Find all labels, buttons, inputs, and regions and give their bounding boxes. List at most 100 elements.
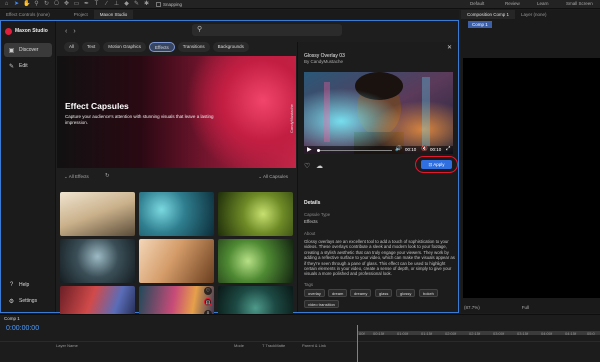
sidebar-item-settings[interactable]: ⚙ Settings: [4, 294, 53, 308]
comp-chip[interactable]: Comp 1: [468, 20, 492, 28]
category-transitions[interactable]: Transitions: [177, 42, 210, 52]
sidebar-item-discover[interactable]: ▣ Discover: [4, 43, 52, 57]
hero-credit-text: CandyMustache: [289, 104, 294, 133]
capsule-thumb[interactable]: [139, 239, 214, 283]
capsule-thumb[interactable]: [60, 192, 135, 236]
camera-tool-icon[interactable]: ⎔: [53, 1, 60, 8]
timeline-panel: Comp 1 0:00:00:00 00f 00:15f 01:00f 01:1…: [0, 314, 600, 362]
hero-glow: [186, 56, 296, 168]
tag-bokeh[interactable]: bokeh: [419, 289, 438, 297]
workspace-default[interactable]: Default: [470, 1, 484, 6]
capsule-grid: ♡ ⊡ ⇩: [60, 192, 294, 330]
settings-icon: ⚙: [8, 298, 15, 305]
category-text[interactable]: Text: [82, 42, 101, 52]
category-backgrounds[interactable]: Backgrounds: [212, 42, 249, 52]
workspace-review[interactable]: Review: [505, 1, 520, 6]
heart-icon[interactable]: ♡: [304, 162, 310, 170]
progress-knob[interactable]: [317, 149, 320, 152]
capsule-thumb[interactable]: [139, 192, 214, 236]
sidebar-item-edit[interactable]: ✎ Edit: [4, 59, 52, 73]
category-all[interactable]: All: [64, 42, 80, 52]
ruler-tick: 03:15f: [517, 331, 529, 336]
hero-banner: Effect Capsules Capture your audience's …: [57, 56, 296, 168]
details-heading: Details: [304, 200, 321, 206]
workspace-learn[interactable]: Learn: [537, 1, 549, 6]
category-effects[interactable]: Effects: [149, 42, 175, 52]
clone-tool-icon[interactable]: ⊥: [113, 1, 120, 8]
ruler-tick: 02:15f: [469, 331, 481, 336]
composition-viewer[interactable]: [463, 58, 600, 298]
help-icon: ?: [9, 282, 14, 288]
home-icon[interactable]: ⌂: [3, 1, 10, 8]
tag-glass[interactable]: glass: [375, 289, 393, 297]
heart-icon[interactable]: ♡: [204, 287, 212, 295]
snapping-checkbox[interactable]: [156, 1, 161, 7]
back-arrow-icon[interactable]: ‹: [65, 28, 67, 35]
progress-bar[interactable]: [317, 149, 392, 152]
search-icon: ⚲: [197, 26, 203, 33]
play-icon[interactable]: ▶: [307, 146, 312, 153]
mute-icon[interactable]: 🔇: [421, 146, 428, 152]
filter-bar: ⌄ All Effects ↻ ⌄ All Capsules: [57, 171, 296, 185]
capsule-thumb[interactable]: [218, 239, 293, 283]
hero-credit: CandyMustache: [287, 91, 296, 141]
all-effects-dropdown[interactable]: ⌄ All Effects: [64, 174, 89, 180]
brush-tool-icon[interactable]: ∕: [103, 1, 110, 8]
tag-overlay[interactable]: overlay: [304, 289, 325, 297]
fullscreen-icon[interactable]: ⤢: [446, 146, 450, 153]
text-tool-icon[interactable]: T: [93, 1, 100, 8]
sidebar-item-label: Settings: [19, 298, 38, 304]
sidebar-item-help[interactable]: ? Help: [4, 278, 53, 292]
roto-tool-icon[interactable]: ✎: [133, 1, 140, 8]
workspace-small-screen[interactable]: Small Screen: [566, 1, 593, 6]
col-trackmatte: T TrackMatte: [262, 343, 286, 348]
tag-dream[interactable]: dream: [328, 289, 348, 297]
composition-subbar: Comp 1: [461, 19, 600, 29]
time-current: 00:10: [405, 147, 417, 152]
video-preview[interactable]: [304, 72, 453, 154]
timecode[interactable]: 0:00:00:00: [6, 325, 39, 332]
pan-tool-icon[interactable]: ✥: [63, 1, 70, 8]
add-to-comp-icon[interactable]: ⊡: [204, 298, 212, 306]
tab-layer[interactable]: Layer (none): [515, 10, 553, 19]
tab-maxon-studio[interactable]: Maxon Studio: [93, 10, 134, 19]
tag-dreamy[interactable]: dreamy: [350, 289, 372, 297]
all-effects-label: All Effects: [68, 174, 89, 179]
search-input[interactable]: ⚲: [192, 24, 342, 36]
pen-tool-icon[interactable]: ✒: [83, 1, 90, 8]
category-motion-graphics[interactable]: Motion Graphics: [103, 42, 147, 52]
apply-label: Apply: [433, 162, 445, 167]
brand-name: Maxon Studio: [15, 28, 48, 34]
capsule-thumb[interactable]: [218, 192, 293, 236]
capsule-thumb[interactable]: [60, 239, 135, 283]
sidebar-bottom: ? Help ⚙ Settings: [1, 276, 56, 310]
hand-tool-icon[interactable]: ✋: [23, 1, 30, 8]
refresh-icon[interactable]: ↻: [105, 173, 110, 179]
zoom-tool-icon[interactable]: ⚲: [33, 1, 40, 8]
apply-button[interactable]: ⊡ Apply: [421, 160, 452, 169]
eraser-tool-icon[interactable]: ◆: [123, 1, 130, 8]
all-capsules-dropdown[interactable]: ⌄ All Capsules: [258, 174, 288, 180]
playhead[interactable]: [357, 325, 358, 362]
forward-arrow-icon[interactable]: ›: [73, 28, 75, 35]
shape-tool-icon[interactable]: ▭: [73, 1, 80, 8]
quality-dropdown[interactable]: Full: [522, 305, 529, 310]
tab-project[interactable]: Project: [68, 10, 94, 19]
tag-video-transition[interactable]: video transition: [304, 300, 339, 308]
time-ruler[interactable]: 00f 00:15f 01:00f 01:15f 02:00f 02:15f 0…: [357, 331, 600, 340]
puppet-tool-icon[interactable]: ✱: [143, 1, 150, 8]
edit-icon: ✎: [8, 63, 15, 70]
zoom-dropdown[interactable]: (87.7%): [464, 305, 480, 310]
capsule-type-label: Capsule Type: [304, 212, 331, 217]
tab-effect-controls[interactable]: Effect Controls (none): [0, 10, 56, 19]
volume-icon[interactable]: 🔊: [395, 146, 402, 152]
cloud-download-icon[interactable]: ☁: [316, 162, 323, 170]
selection-tool-icon[interactable]: ➤: [13, 1, 20, 8]
discover-icon: ▣: [8, 47, 15, 54]
rotate-tool-icon[interactable]: ↻: [43, 1, 50, 8]
hero-title: Effect Capsules: [65, 101, 129, 111]
close-icon[interactable]: ✕: [447, 44, 452, 51]
timeline-tab[interactable]: Comp 1: [4, 316, 20, 321]
tab-composition[interactable]: Composition Comp 1: [461, 10, 516, 19]
tag-glossy[interactable]: glossy: [396, 289, 416, 297]
